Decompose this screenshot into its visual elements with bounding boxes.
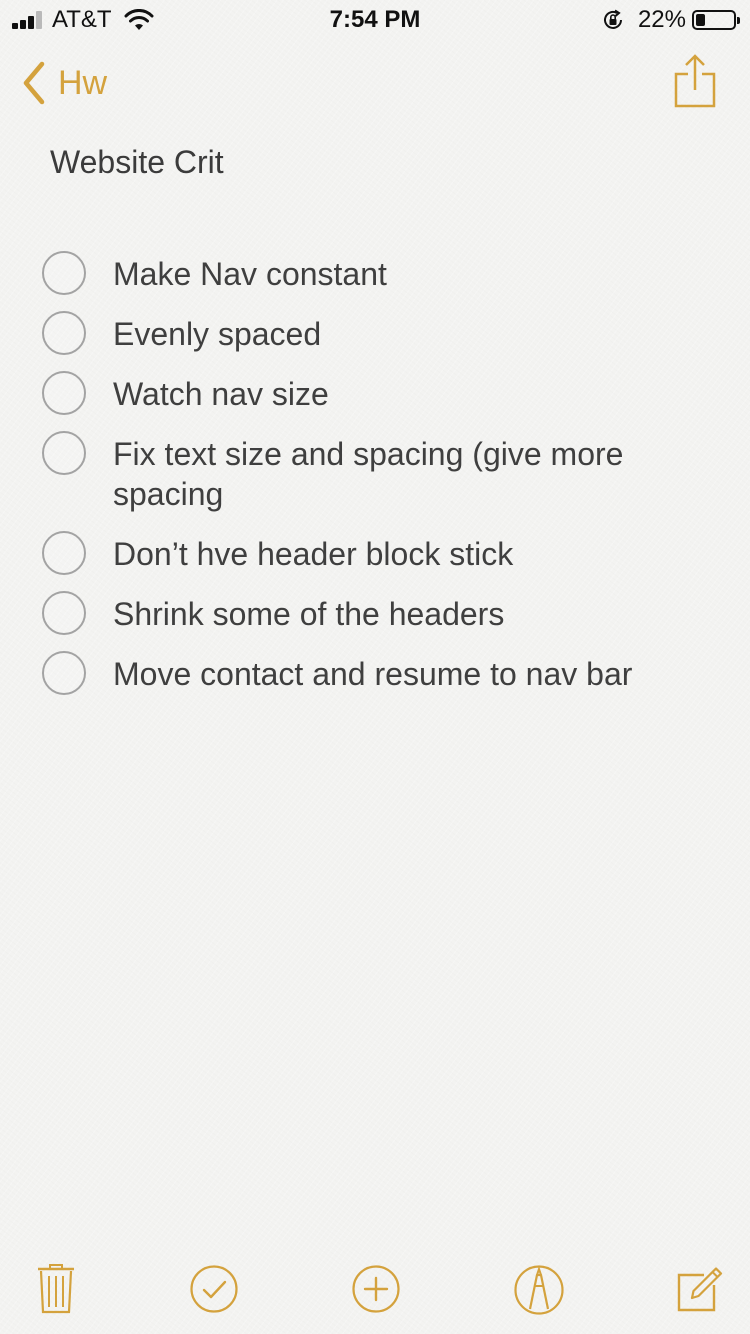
checklist-item-text[interactable]: Evenly spaced	[113, 308, 732, 354]
battery-percent: 22%	[637, 6, 686, 33]
share-icon[interactable]	[672, 54, 718, 110]
checklist-item: Shrink some of the headers	[42, 588, 732, 635]
checklist-item: Fix text size and spacing (give more spa…	[42, 428, 732, 514]
checkbox-circle[interactable]	[42, 531, 86, 575]
checklist-item: Don’t hve header block stick	[42, 528, 732, 575]
checklist-item-text[interactable]: Watch nav size	[113, 368, 732, 414]
rotation-lock-icon	[603, 9, 622, 29]
checklist-item: Watch nav size	[42, 368, 732, 415]
markup-icon[interactable]	[513, 1264, 565, 1316]
add-icon[interactable]	[351, 1264, 401, 1314]
checklist-item-text[interactable]: Make Nav constant	[113, 248, 732, 294]
back-button[interactable]: Hw	[20, 60, 107, 106]
checklist-item-text[interactable]: Fix text size and spacing (give more spa…	[113, 428, 732, 514]
checklist-item-text[interactable]: Move contact and resume to nav bar	[113, 648, 732, 694]
checkbox-circle[interactable]	[42, 651, 86, 695]
checkbox-circle[interactable]	[42, 251, 86, 295]
checklist: Make Nav constant Evenly spaced Watch na…	[42, 248, 732, 695]
chevron-left-icon	[23, 61, 45, 105]
checklist-item: Move contact and resume to nav bar	[42, 648, 732, 695]
checkbox-circle[interactable]	[42, 371, 86, 415]
checklist-item-text[interactable]: Shrink some of the headers	[113, 588, 732, 634]
back-label: Hw	[58, 63, 108, 102]
compose-icon[interactable]	[676, 1263, 724, 1313]
status-bar: AT&T 7:54 PM 22%	[0, 0, 750, 40]
checklist-item: Make Nav constant	[42, 248, 732, 295]
battery-icon	[692, 10, 740, 30]
status-right: 22%	[602, 6, 740, 34]
trash-icon[interactable]	[36, 1262, 76, 1314]
checklist-item: Evenly spaced	[42, 308, 732, 355]
checklist-item-text[interactable]: Don’t hve header block stick	[113, 528, 732, 574]
checkbox-circle[interactable]	[42, 591, 86, 635]
note-title[interactable]: Website Crit	[50, 144, 224, 181]
checkbox-circle[interactable]	[42, 431, 86, 475]
checkbox-circle[interactable]	[42, 311, 86, 355]
checklist-icon[interactable]	[189, 1264, 239, 1314]
